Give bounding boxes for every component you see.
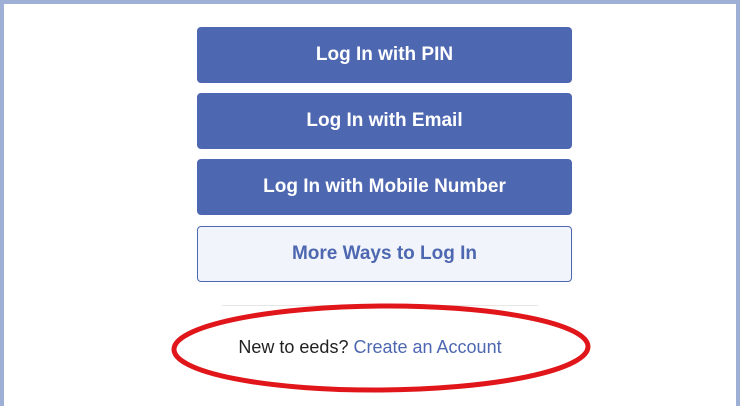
signup-prompt: New to eeds? (238, 337, 349, 357)
create-account-link[interactable]: Create an Account (353, 337, 501, 357)
divider (222, 305, 538, 306)
login-with-pin-button[interactable]: Log In with PIN (197, 27, 572, 83)
more-ways-to-login-button[interactable]: More Ways to Log In (197, 226, 572, 282)
signup-row: New to eeds? Create an Account (0, 337, 740, 358)
login-with-mobile-button[interactable]: Log In with Mobile Number (197, 159, 572, 215)
login-with-email-button[interactable]: Log In with Email (197, 93, 572, 149)
